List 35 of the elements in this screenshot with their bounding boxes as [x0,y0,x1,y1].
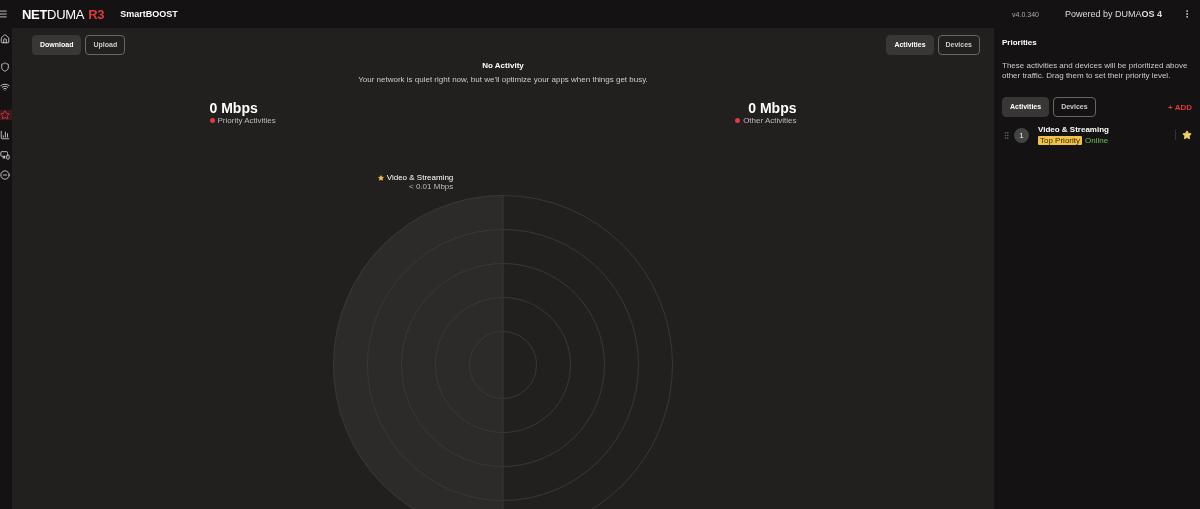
logo: NETDUMA R3 [22,6,105,22]
priority-badge: Top Priority [1038,136,1082,145]
status-title: No Activity [482,61,524,70]
powered-by-text: Powered by DUMAOS 4 [1064,9,1162,19]
menu-icon[interactable] [0,9,8,19]
bar-chart-icon [0,130,10,140]
throughput-value: 0 Mbps [209,100,258,116]
legend-label: Priority Activities [217,116,276,125]
sidebar-item[interactable] [0,82,12,92]
sidebar-item[interactable] [0,170,12,180]
star-button[interactable] [1175,130,1192,140]
minus-circle-icon [0,170,10,180]
status-text: Online [1085,136,1109,145]
activity-rate: < 0.01 Mbps [409,182,454,191]
page-title: SmartBOOST [120,9,178,19]
throughput-value: 0 Mbps [748,100,797,116]
activity-name: Video & Streaming [1038,125,1109,134]
star-icon [0,110,10,120]
sidebar-item[interactable] [0,130,12,140]
rank-number: 1 [1014,127,1029,143]
home-icon [0,34,10,44]
activity-name: Video & Streaming [386,173,454,182]
devices-icon [0,150,10,160]
sidebar-item[interactable] [0,34,12,44]
add-button[interactable]: + ADD [1168,102,1192,112]
legend-label: Other Activities [743,116,797,125]
drag-handle-icon[interactable] [1002,130,1011,140]
sidebar-item[interactable] [0,150,12,160]
shield-icon [0,62,10,72]
status-message: Your network is quiet right now, but we'll optimize your apps when things get busy. [358,75,648,84]
sidebar-item[interactable] [0,62,12,72]
panel-title: Priorities [1002,38,1038,47]
panel-description: These activities and devices will be prioritized above other traffic. Drag them to set their priority level. [1002,61,1189,81]
star-icon [377,174,384,181]
signal-icon [0,82,10,92]
